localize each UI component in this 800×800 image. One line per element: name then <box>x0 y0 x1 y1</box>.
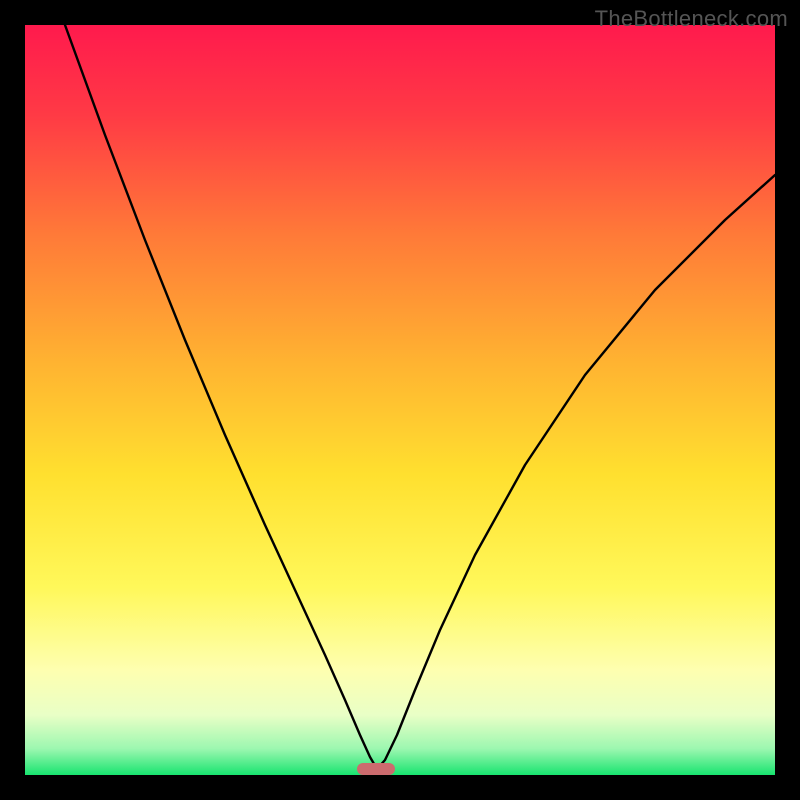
bottleneck-curve <box>25 25 775 775</box>
plot-area <box>25 25 775 775</box>
outer-frame: TheBottleneck.com <box>0 0 800 800</box>
watermark-text: TheBottleneck.com <box>595 6 788 32</box>
optimal-marker <box>357 763 395 775</box>
